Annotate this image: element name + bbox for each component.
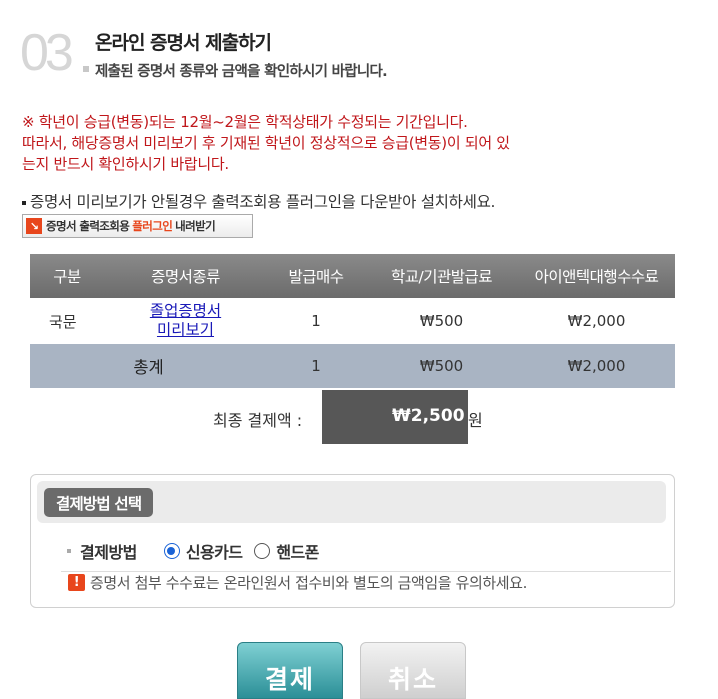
header-count: 발급매수 <box>267 254 365 298</box>
radio-credit-card-label: 신용카드 <box>185 543 243 562</box>
page-subtitle: 제출된 증명서 종류와 금액을 확인하시기 바랍니다. <box>95 64 388 80</box>
fee-table-header: 구분 증명서종류 발급매수 학교/기관발급료 아이앤텍대행수수료 <box>30 254 675 298</box>
radio-mobile-phone[interactable]: 핸드폰 <box>254 539 319 563</box>
radio-selected-icon <box>163 543 180 559</box>
header-school-fee: 학교/기관발급료 <box>365 254 518 298</box>
payment-method-label: 결제방법 <box>80 543 137 562</box>
row-count: 1 <box>267 298 365 344</box>
payment-method-row: 결제방법 신용카드 핸드폰 <box>67 539 331 563</box>
total-agency-fee: ₩2,000 <box>518 344 675 388</box>
plugin-button-prefix: 증명서 출력조회용 <box>46 219 130 233</box>
row-agency-fee: ₩2,000 <box>518 298 675 344</box>
fee-warning: ! 증명서 첨부 수수료는 온라인원서 접수비와 별도의 금액임을 유의하세요. <box>68 572 527 593</box>
total-row: 총계 1 ₩500 ₩2,000 <box>30 344 675 388</box>
header-cert-type: 증명서종류 <box>104 254 267 298</box>
step-number: 03 <box>20 24 74 82</box>
plugin-message: 증명서 미리보기가 안될경우 출력조회용 플러그인을 다운받아 설치하세요. <box>30 193 496 211</box>
row-school-fee: ₩500 <box>365 298 518 344</box>
fee-table: 구분 증명서종류 발급매수 학교/기관발급료 아이앤텍대행수수료 국문 졸업증명… <box>30 254 675 388</box>
radio-credit-card[interactable]: 신용카드 <box>163 539 243 563</box>
plugin-button-highlight: 플러그인 <box>132 219 173 233</box>
pay-button[interactable]: 결제 <box>237 642 343 699</box>
plugin-download-button[interactable]: ↘ 증명서 출력조회용 플러그인 내려받기 <box>22 214 253 238</box>
fee-warning-text: 증명서 첨부 수수료는 온라인원서 접수비와 별도의 금액임을 유의하세요. <box>90 574 527 592</box>
page-title: 온라인 증명서 제출하기 <box>95 32 272 54</box>
plugin-button-suffix: 내려받기 <box>175 219 216 233</box>
final-amount-value: ₩2,500 <box>392 406 465 426</box>
certificate-preview-link[interactable]: 졸업증명서 미리보기 <box>150 302 221 339</box>
row-cert-type: 졸업증명서 미리보기 <box>104 298 267 344</box>
total-label: 총계 <box>30 344 267 388</box>
notice-line-1: ※ 학년이 승급(변동)되는 12월~2월은 학적상태가 수정되는 기간입니다. <box>22 113 468 131</box>
grade-change-notice: ※ 학년이 승급(변동)되는 12월~2월은 학적상태가 수정되는 기간입니다.… <box>22 112 702 175</box>
notice-line-2: 따라서, 해당증명서 미리보기 후 기재된 학년이 정상적으로 승급(변동)이 … <box>22 134 510 152</box>
radio-mobile-phone-label: 핸드폰 <box>276 543 319 562</box>
exclamation-icon: ! <box>68 574 85 591</box>
cert-name: 졸업증명서 <box>149 302 222 320</box>
header-agency-fee: 아이앤텍대행수수료 <box>518 254 675 298</box>
payment-panel-header: 결제방법 선택 <box>37 481 666 523</box>
final-amount-unit: 원 <box>468 411 483 430</box>
notice-line-3: 는지 반드시 확인하시기 바랍니다. <box>22 155 229 173</box>
plugin-notice: 증명서 미리보기가 안될경우 출력조회용 플러그인을 다운받아 설치하세요. <box>22 190 495 212</box>
cancel-button[interactable]: 취소 <box>360 642 466 699</box>
total-count: 1 <box>267 344 365 388</box>
preview-label: 미리보기 <box>156 321 215 339</box>
step-header: 03 온라인 증명서 제출하기 제출된 증명서 종류와 금액을 확인하시기 바랍… <box>20 22 700 82</box>
payment-method-panel: 결제방법 선택 결제방법 신용카드 핸드폰 ! 증명서 첨부 수수료는 온라인원… <box>30 474 675 608</box>
total-school-fee: ₩500 <box>365 344 518 388</box>
final-amount-row: 최종 결제액 : ₩2,500 원 <box>0 390 718 444</box>
payment-section-title: 결제방법 선택 <box>44 488 154 517</box>
header-category: 구분 <box>30 254 104 298</box>
bullet-icon <box>22 200 26 205</box>
radio-unselected-icon <box>254 543 271 559</box>
row-category: 국문 <box>30 298 104 344</box>
download-arrow-icon: ↘ <box>26 218 42 234</box>
step-dot <box>83 66 89 72</box>
final-amount-label: 최종 결제액 : <box>213 411 303 430</box>
square-bullet-icon <box>67 549 71 553</box>
table-row: 국문 졸업증명서 미리보기 1 ₩500 ₩2,000 <box>30 298 675 344</box>
